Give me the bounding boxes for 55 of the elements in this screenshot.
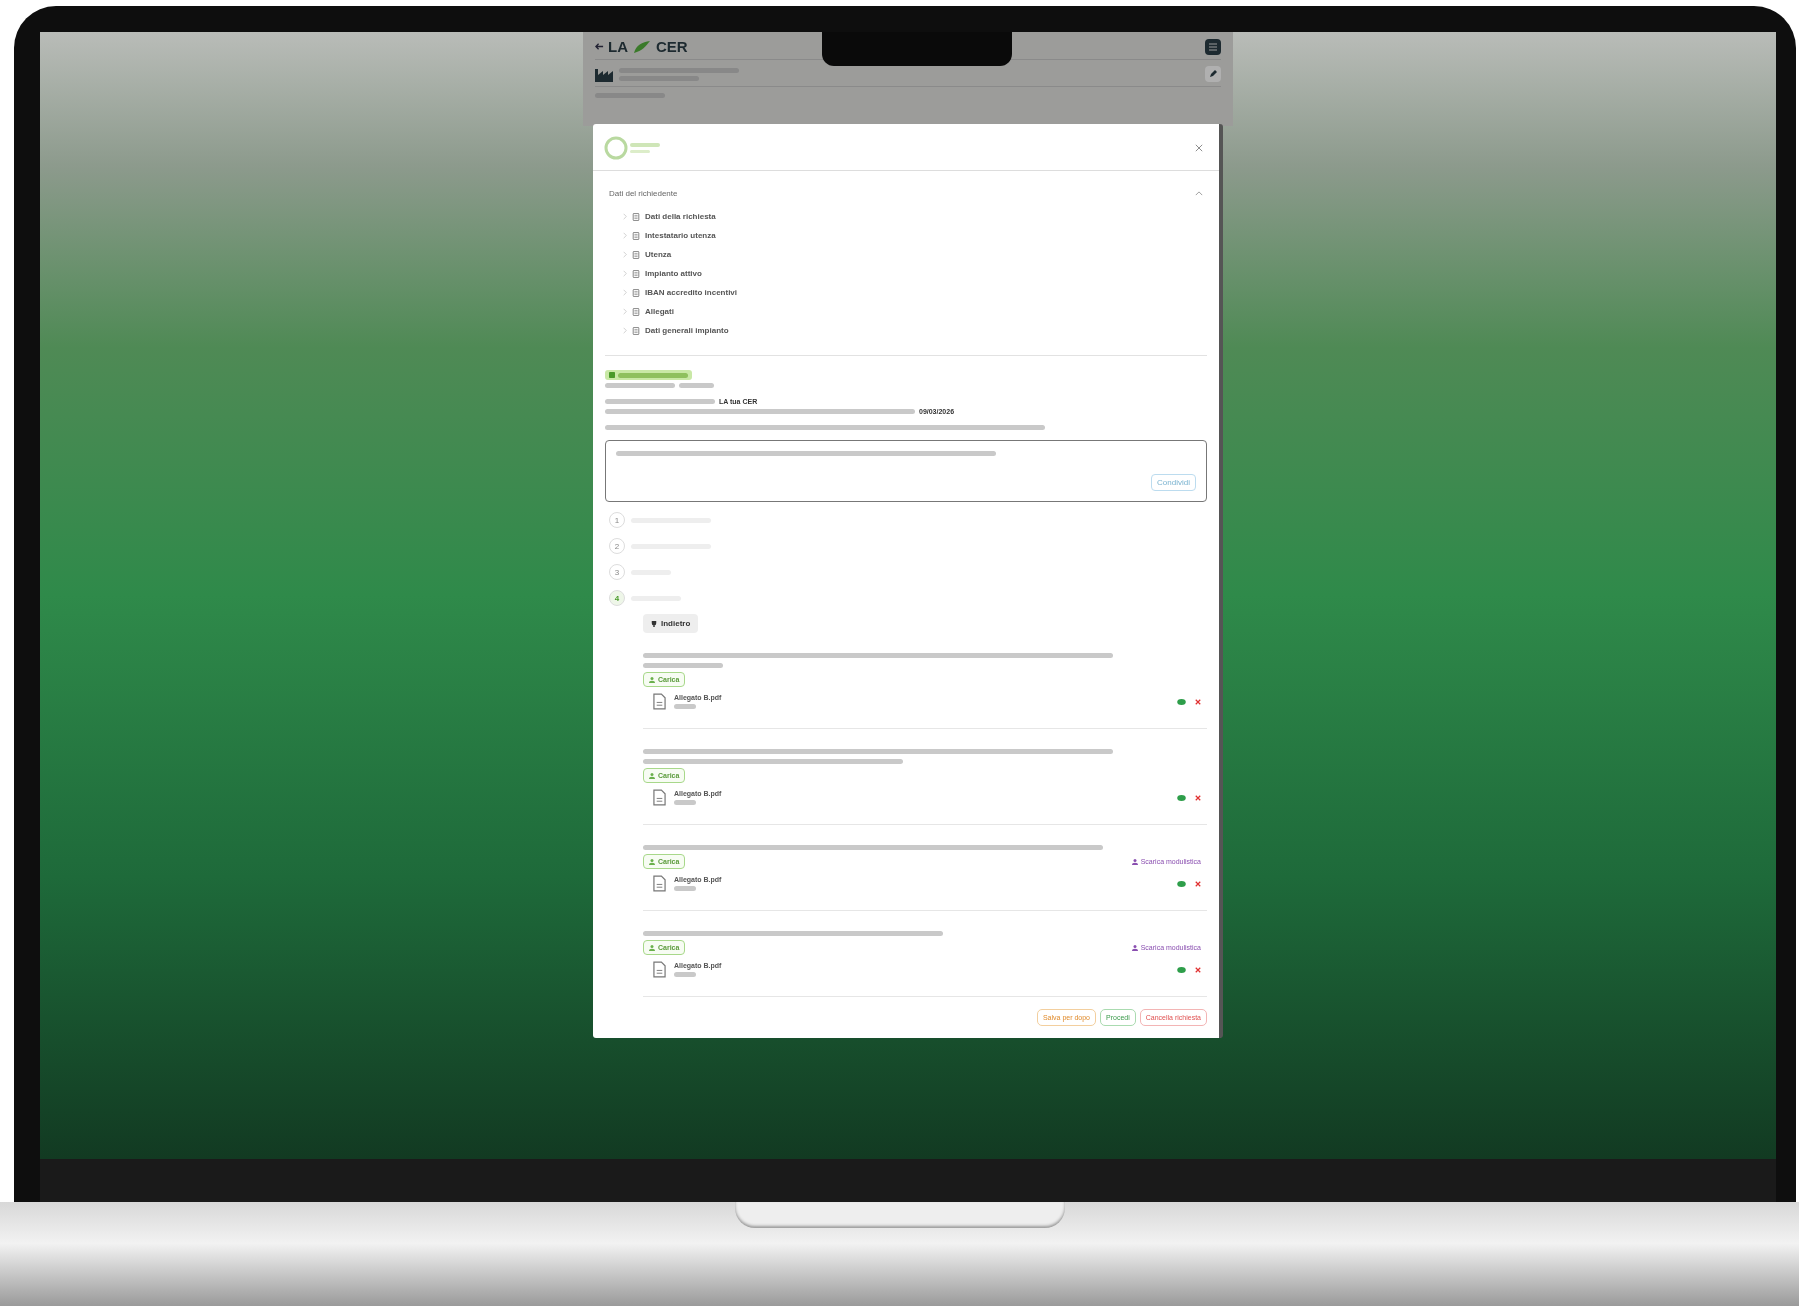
tree-item[interactable]: IBAN accredito incentivi [645,288,738,297]
file-icon [653,961,666,978]
share-button[interactable]: Condividi [1151,474,1196,491]
tree-item[interactable]: Dati generali impianto [645,326,729,335]
eye-icon[interactable] [1177,880,1186,887]
tree-item[interactable]: Allegati [645,307,674,316]
close-icon[interactable] [1195,794,1201,801]
close-icon[interactable] [1195,144,1203,152]
eye-icon[interactable] [1177,794,1186,801]
menu-icon[interactable] [1205,38,1221,55]
file-icon [653,789,666,806]
check-icon [609,372,615,378]
factory-icon [595,66,615,82]
blurred-text [605,383,675,388]
blurred-text [674,800,696,805]
eye-icon[interactable] [1177,966,1186,973]
document-icon [632,288,640,297]
person-icon [1131,944,1138,951]
blurred-text [674,886,696,891]
tree-item[interactable]: Utenza [645,250,672,259]
step-number[interactable]: 4 [609,590,625,606]
document-icon [632,250,640,259]
document-icon [632,307,640,316]
tree-item[interactable]: Impianto attivo [645,269,702,278]
leaf-logo-icon [632,39,652,54]
document-icon [632,326,640,335]
blurred-text [674,972,696,977]
message-textarea[interactable]: Condividi [605,440,1207,502]
close-icon[interactable] [1195,880,1201,887]
tree-item[interactable]: Dati della richiesta [645,212,716,221]
file-icon [653,693,666,710]
edit-icon[interactable] [1205,66,1221,82]
back-button[interactable]: Indietro [643,614,699,633]
blurred-text [674,704,696,709]
logo-text: CER [656,38,688,55]
chevron-up-icon[interactable] [1195,191,1203,196]
eye-icon[interactable] [1177,698,1186,705]
close-icon[interactable] [1195,698,1201,705]
document-icon [632,212,640,221]
close-icon[interactable] [1195,966,1201,973]
blurred-text [679,383,714,388]
person-icon [649,772,655,779]
accordion-title[interactable]: Dati del richiedente [609,189,678,198]
document-icon [632,269,640,278]
file-icon [653,875,666,892]
trophy-icon [651,620,657,627]
person-icon [1131,858,1138,865]
person-icon [649,676,655,683]
blurred-text [618,372,688,378]
person-icon [649,858,655,865]
back-arrow-icon[interactable] [595,42,604,51]
person-icon [649,944,655,951]
document-icon [632,231,640,240]
logo-text: LA [608,38,628,55]
tree-item[interactable]: Intestatario utenza [645,231,716,240]
